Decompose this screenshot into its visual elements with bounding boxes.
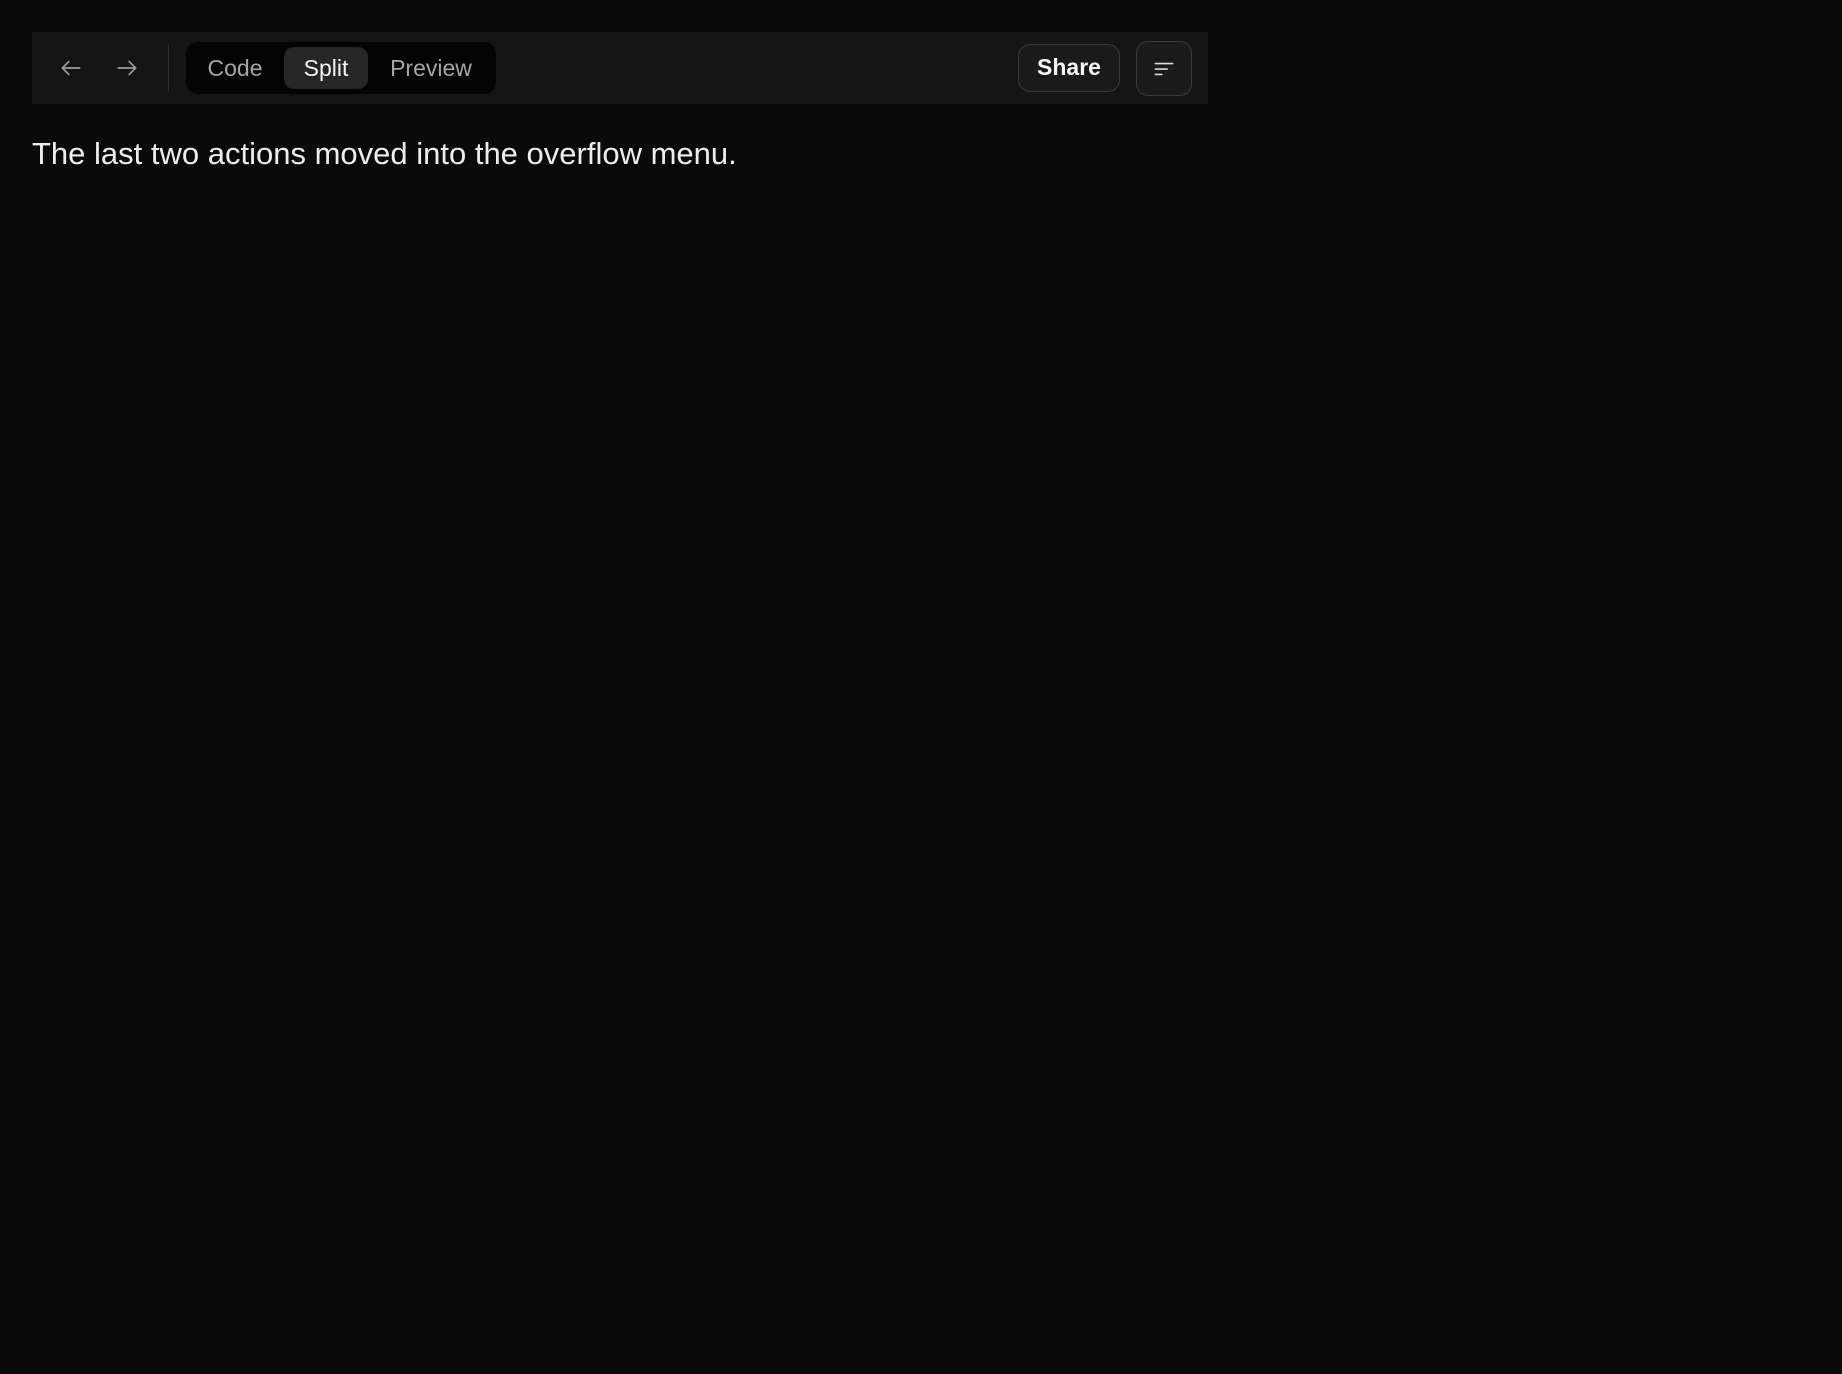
view-mode-preview[interactable]: Preview bbox=[372, 47, 490, 89]
toolbar-divider bbox=[168, 44, 169, 92]
arrow-right-icon bbox=[117, 60, 137, 76]
back-button[interactable] bbox=[53, 50, 89, 86]
share-button[interactable]: Share bbox=[1018, 44, 1120, 92]
menu-lines-icon bbox=[1154, 62, 1174, 75]
arrow-left-icon bbox=[61, 60, 81, 76]
view-mode-code[interactable]: Code bbox=[190, 47, 280, 89]
forward-button[interactable] bbox=[109, 50, 145, 86]
view-mode-switcher: Code Split Preview bbox=[186, 42, 496, 94]
view-mode-split[interactable]: Split bbox=[284, 47, 368, 89]
toolbar: Code Split Preview Share bbox=[32, 32, 1208, 104]
status-message: The last two actions moved into the over… bbox=[32, 136, 737, 171]
overflow-menu-button[interactable] bbox=[1136, 41, 1192, 96]
